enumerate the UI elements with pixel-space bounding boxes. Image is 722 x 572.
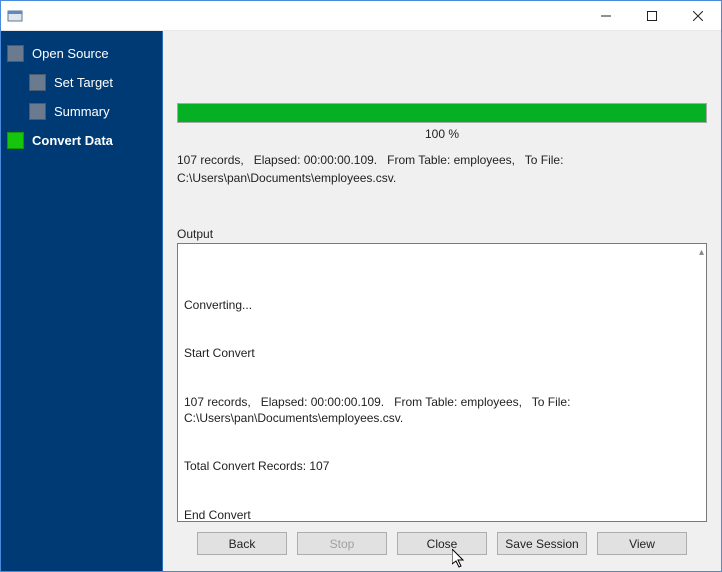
stop-button[interactable]: Stop bbox=[297, 532, 387, 555]
titlebar-left bbox=[1, 8, 29, 24]
save-session-button[interactable]: Save Session bbox=[497, 532, 587, 555]
back-button[interactable]: Back bbox=[197, 532, 287, 555]
sidebar-item-set-target[interactable]: Set Target bbox=[1, 68, 162, 97]
output-line: Total Convert Records: 107 bbox=[184, 458, 700, 474]
conversion-summary: 107 records, Elapsed: 00:00:00.109. From… bbox=[177, 151, 707, 187]
wizard-sidebar: Open Source Set Target Summary Convert D… bbox=[1, 31, 163, 571]
sidebar-item-label: Open Source bbox=[32, 46, 109, 61]
output-textarea[interactable]: ▴ Converting... Start Convert 107 record… bbox=[177, 243, 707, 522]
app-window: Open Source Set Target Summary Convert D… bbox=[0, 0, 722, 572]
progress-bar bbox=[177, 103, 707, 123]
progress-percent-label: 100 % bbox=[177, 127, 707, 141]
step-box-icon bbox=[7, 132, 24, 149]
output-label: Output bbox=[177, 227, 707, 241]
sidebar-item-label: Convert Data bbox=[32, 133, 113, 148]
window-body: Open Source Set Target Summary Convert D… bbox=[1, 31, 721, 571]
output-line: Converting... bbox=[184, 297, 700, 313]
sidebar-item-summary[interactable]: Summary bbox=[1, 97, 162, 126]
titlebar bbox=[1, 1, 721, 31]
step-box-icon bbox=[29, 103, 46, 120]
sidebar-item-label: Summary bbox=[54, 104, 110, 119]
step-box-icon bbox=[29, 74, 46, 91]
scroll-up-icon: ▴ bbox=[699, 246, 704, 260]
close-button[interactable]: Close bbox=[397, 532, 487, 555]
output-line: Start Convert bbox=[184, 345, 700, 361]
window-controls bbox=[583, 1, 721, 31]
output-line: 107 records, Elapsed: 00:00:00.109. From… bbox=[184, 394, 700, 426]
view-button[interactable]: View bbox=[597, 532, 687, 555]
minimize-button[interactable] bbox=[583, 1, 629, 31]
step-box-icon bbox=[7, 45, 24, 62]
progress-area: 100 % bbox=[177, 103, 707, 141]
maximize-button[interactable] bbox=[629, 1, 675, 31]
sidebar-item-label: Set Target bbox=[54, 75, 113, 90]
output-line: End Convert bbox=[184, 507, 700, 522]
app-icon bbox=[7, 8, 23, 24]
close-button[interactable] bbox=[675, 1, 721, 31]
progress-fill bbox=[178, 104, 706, 122]
sidebar-item-convert-data[interactable]: Convert Data bbox=[1, 126, 162, 155]
button-row: Back Stop Close Save Session View bbox=[177, 522, 707, 559]
sidebar-item-open-source[interactable]: Open Source bbox=[1, 39, 162, 68]
content-panel: 100 % 107 records, Elapsed: 00:00:00.109… bbox=[163, 31, 721, 571]
